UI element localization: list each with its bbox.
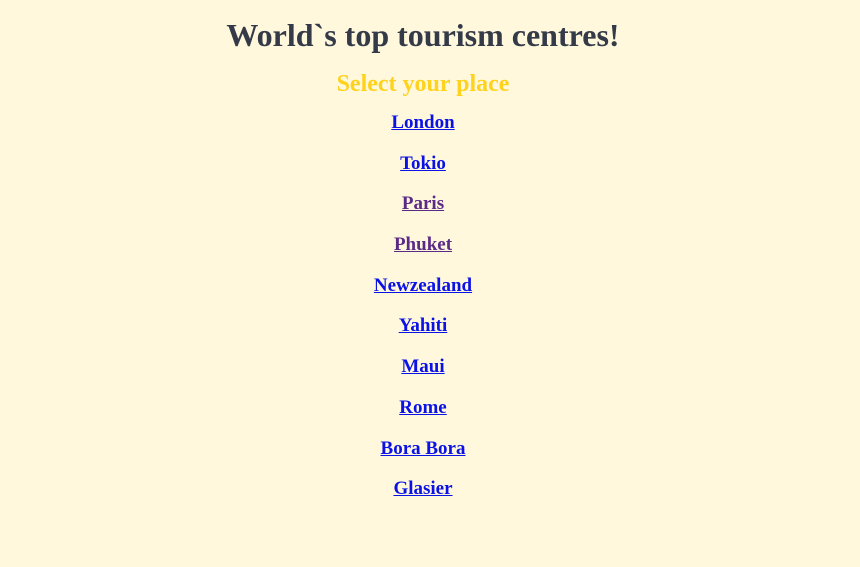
place-link-bora-bora[interactable]: Bora Bora [381, 438, 466, 459]
place-link-rome[interactable]: Rome [399, 397, 446, 418]
place-link-maui[interactable]: Maui [401, 356, 444, 377]
list-item: Maui [0, 356, 846, 399]
list-item: Tokio [0, 153, 846, 196]
list-item: Rome [0, 397, 846, 440]
place-link-yahiti[interactable]: Yahiti [399, 315, 448, 336]
place-link-newzealand[interactable]: Newzealand [374, 275, 472, 296]
places-list: London Tokio Paris Phuket Newzealand Yah… [0, 98, 846, 521]
place-link-glasier[interactable]: Glasier [393, 478, 452, 499]
list-item: Paris [0, 193, 846, 236]
place-link-paris[interactable]: Paris [402, 193, 444, 214]
place-link-phuket[interactable]: Phuket [394, 234, 452, 255]
page-subtitle: Select your place [336, 71, 510, 97]
list-item: Phuket [0, 234, 846, 277]
page-title: World`s top tourism centres! [226, 17, 620, 53]
list-item: London [0, 112, 846, 155]
list-item: Glasier [0, 478, 846, 521]
list-item: Newzealand [0, 275, 846, 318]
place-link-london[interactable]: London [391, 112, 454, 133]
list-item: Bora Bora [0, 438, 846, 481]
place-link-tokio[interactable]: Tokio [400, 153, 446, 174]
list-item: Yahiti [0, 315, 846, 358]
page: World`s top tourism centres! Select your… [0, 0, 846, 567]
